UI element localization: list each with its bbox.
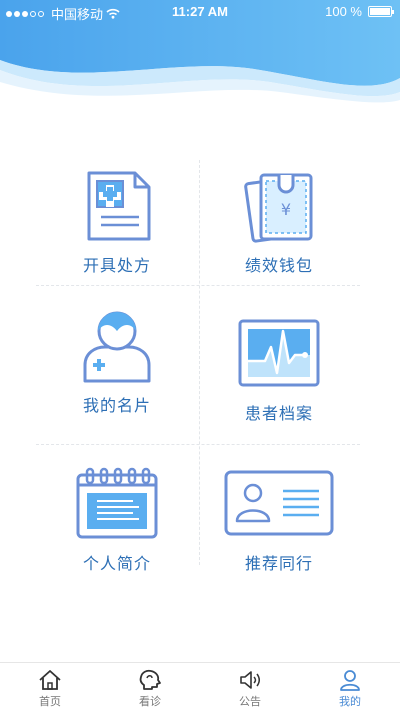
grid-item-label: 开具处方 (82, 258, 151, 275)
status-bar: 中国移动 11:27 AM 100 % (0, 0, 400, 22)
bottom-tab-bar: 首页 看诊 公告 我的 (0, 662, 400, 710)
recommend-peer-icon (219, 464, 339, 544)
grid-item-label: 绩效钱包 (244, 258, 313, 275)
announcement-icon (240, 671, 260, 689)
patient-record-icon (234, 314, 324, 394)
grid-item-wallet[interactable]: ¥ 绩效钱包 (198, 164, 360, 299)
grid-item-recommend-peer[interactable]: 推荐同行 (198, 462, 360, 597)
grid-item-label: 患者档案 (244, 406, 313, 423)
profile-icon (340, 670, 360, 691)
tab-label: 看诊 (139, 696, 161, 708)
grid-item-prescription[interactable]: 开具处方 (36, 164, 198, 299)
home-icon (39, 670, 61, 690)
user-card-icon (72, 306, 162, 386)
svg-text:¥: ¥ (281, 200, 291, 219)
tab-label: 我的 (339, 696, 361, 708)
tab-label: 首页 (39, 696, 61, 708)
grid-item-my-card[interactable]: 我的名片 (36, 304, 198, 439)
battery-icon (368, 6, 394, 17)
battery-percent: 100 % (325, 4, 362, 19)
tab-profile[interactable]: 我的 (300, 663, 400, 710)
feature-grid: 开具处方 ¥ 绩效钱包 我的名片 患者档案 个人简介 推荐同行 (36, 160, 360, 573)
profile-intro-icon (72, 464, 162, 544)
grid-item-profile-intro[interactable]: 个人简介 (36, 462, 198, 597)
grid-item-label: 推荐同行 (244, 556, 313, 573)
consult-icon (139, 669, 161, 690)
tab-consult[interactable]: 看诊 (100, 663, 200, 710)
tab-home[interactable]: 首页 (0, 663, 100, 710)
tab-label: 公告 (239, 696, 261, 708)
tab-announcement[interactable]: 公告 (200, 663, 300, 710)
prescription-icon (72, 166, 162, 246)
grid-item-label: 我的名片 (82, 398, 151, 415)
wallet-icon: ¥ (234, 166, 324, 246)
grid-item-patient-record[interactable]: 患者档案 (198, 312, 360, 447)
grid-item-label: 个人简介 (82, 556, 151, 573)
